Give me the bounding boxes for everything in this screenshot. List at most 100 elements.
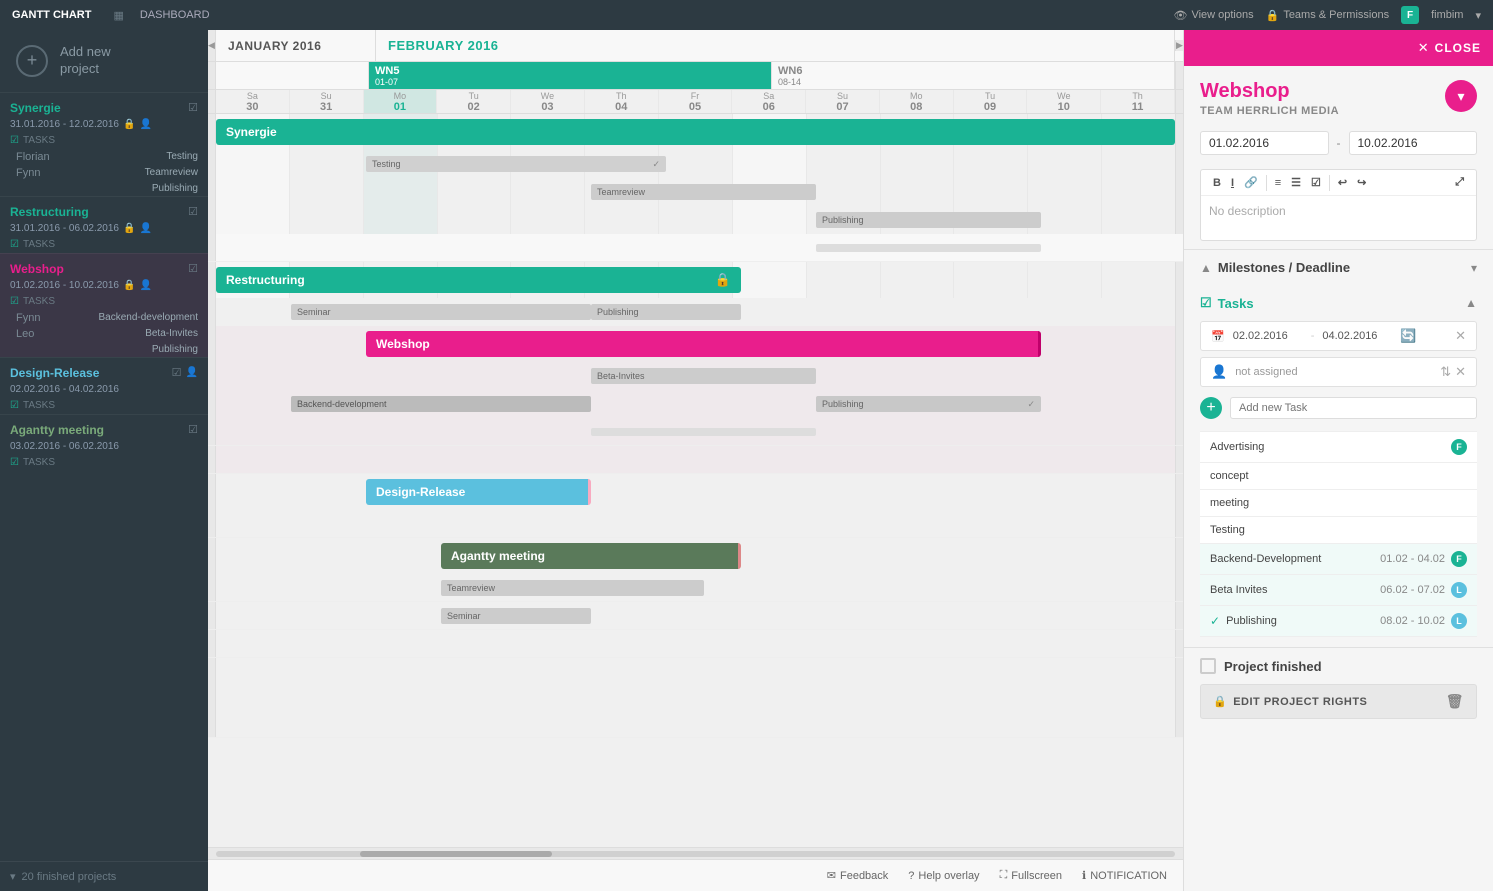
project-finished-checkbox[interactable] [1200, 658, 1216, 674]
task-entry-advertising[interactable]: Advertising F [1200, 431, 1477, 463]
user-badge[interactable]: F [1401, 6, 1419, 24]
task-date-close-btn[interactable]: ✕ [1455, 328, 1466, 344]
project-name-design: Design-Release [10, 366, 99, 380]
teams-permissions-btn[interactable]: 🔒 Teams & Permissions [1266, 9, 1389, 22]
task-entry-left-advertising: Advertising [1210, 441, 1264, 453]
bar-seminar[interactable]: Seminar [291, 304, 591, 320]
italic-btn[interactable]: I [1227, 175, 1238, 191]
editor-body[interactable]: No description [1201, 196, 1476, 240]
user-icon-w: 👤 [139, 280, 151, 291]
project-header-synergie: Synergie ☑ [0, 93, 208, 119]
tasks-row-restructuring[interactable]: ☑ TASKS [0, 236, 208, 253]
bar-teamreview[interactable]: Teamreview [591, 184, 816, 200]
dashboard-link[interactable]: DASHBOARD [134, 9, 216, 21]
project-dates-agantty: 03.02.2016 - 06.02.2016 [0, 441, 208, 454]
beta-invites-label: Beta-Invites [597, 371, 645, 381]
sidebar-item-webshop[interactable]: Webshop ☑ 01.02.2016 - 10.02.2016 🔒 👤 ☑ … [0, 253, 208, 357]
tasks-label: TASKS [23, 135, 55, 146]
tasks-collapse-btn[interactable]: ▲ [1465, 296, 1477, 310]
task-entry-meeting[interactable]: meeting [1200, 490, 1477, 517]
bar-publishing-synergie[interactable]: Publishing [816, 212, 1041, 228]
task-entry-concept[interactable]: concept [1200, 463, 1477, 490]
panel-dropdown-btn[interactable]: ▾ [1445, 80, 1477, 112]
gantt-weeks-header: WN5 01-07 WN6 08-14 [208, 62, 1183, 90]
project-finished-label: Project finished [1224, 659, 1322, 674]
task-entry-beta-invites[interactable]: Beta Invites 06.02 - 07.02 L [1200, 575, 1477, 606]
expand-btn[interactable]: ⤢ [1451, 174, 1468, 191]
bar-restructuring[interactable]: Restructuring 🔒 [216, 267, 741, 293]
tasks-row-agantty[interactable]: ☑ TASKS [0, 454, 208, 471]
task-publishing-panel-label: Publishing [1226, 615, 1277, 627]
unordered-list-btn[interactable]: ☰ [1287, 174, 1305, 191]
undo-btn[interactable]: ↩ [1334, 174, 1351, 191]
bar-publishing-restructuring[interactable]: Publishing [591, 304, 741, 320]
tasks-row-webshop[interactable]: ☑ TASKS [0, 293, 208, 310]
lock-icon-edit: 🔒 [1213, 695, 1227, 708]
scroll-track[interactable] [216, 851, 1175, 857]
milestones-header[interactable]: ▲ Milestones / Deadline ▾ [1200, 260, 1477, 275]
bar-testing[interactable]: Testing ✓ [366, 156, 666, 172]
task-start-input[interactable] [1233, 330, 1303, 342]
checkbox-icon-a: ☑ [188, 423, 198, 436]
milestones-title: ▲ Milestones / Deadline [1200, 260, 1350, 275]
checklist-btn[interactable]: ☑ [1307, 174, 1325, 191]
task-backend-dev-label: Backend-Development [1210, 553, 1321, 565]
panel-close-bar[interactable]: ✕ CLOSE [1184, 30, 1493, 66]
sidebar-item-synergie[interactable]: Synergie ☑ 31.01.2016 - 12.02.2016 🔒 👤 ☑… [0, 92, 208, 196]
redo-btn[interactable]: ↪ [1353, 174, 1370, 191]
bold-btn[interactable]: B [1209, 175, 1225, 191]
bottom-bar: ✉ Feedback ? Help overlay ⛶ Fullscreen ℹ… [208, 859, 1183, 891]
task-end-input[interactable] [1322, 330, 1392, 342]
fullscreen-btn[interactable]: ⛶ Fullscreen [1000, 869, 1062, 882]
tasks-label-a: TASKS [23, 457, 55, 468]
bar-synergie[interactable]: Synergie [216, 119, 1175, 145]
start-date-input[interactable] [1200, 131, 1329, 155]
gantt-chart-label: GANTT CHART [12, 9, 91, 21]
bar-webshop[interactable]: Webshop [366, 331, 1041, 357]
bar-seminar-agantty[interactable]: Seminar [441, 608, 591, 624]
add-task-plus-btn[interactable]: + [1200, 397, 1222, 419]
ordered-list-btn[interactable]: ≡ [1271, 175, 1285, 191]
gantt-scrollbar[interactable] [208, 847, 1183, 859]
tasks-row-design[interactable]: ☑ TASKS [0, 397, 208, 414]
task-entry-publishing-panel[interactable]: ✓ Publishing 08.02 - 10.02 L [1200, 606, 1477, 637]
trash-icon[interactable]: 🗑 [1446, 693, 1464, 710]
task-entry-backend-dev[interactable]: Backend-Development 01.02 - 04.02 F [1200, 544, 1477, 575]
assignee-swap-btn[interactable]: ⇅ [1440, 364, 1451, 380]
bar-publishing-webshop-row[interactable]: Publishing ✓ [816, 396, 1041, 412]
link-btn[interactable]: 🔗 [1240, 174, 1262, 191]
sidebar-item-restructuring[interactable]: Restructuring ☑ 31.01.2016 - 06.02.2016 … [0, 196, 208, 253]
publishing-synergie-label: Publishing [822, 215, 864, 225]
checkbox-icon-r: ☑ [188, 205, 198, 218]
tasks-row-synergie[interactable]: ☑ TASKS [0, 132, 208, 149]
view-options-btn[interactable]: 👁 View options [1173, 9, 1253, 22]
add-task-input[interactable] [1230, 397, 1477, 419]
task-entry-right-advertising: F [1451, 439, 1467, 455]
bar-backend-dev[interactable]: Backend-development [291, 396, 591, 412]
feedback-btn[interactable]: ✉ Feedback [827, 869, 889, 882]
gantt-body: Synergie [208, 114, 1183, 847]
user-icon-synergie: 👤 [139, 119, 151, 130]
bar-agantty[interactable]: Agantty meeting [441, 543, 741, 569]
add-project-btn[interactable]: + Add new project [0, 30, 208, 92]
task-entry-testing[interactable]: Testing [1200, 517, 1477, 544]
top-nav: ▦ DASHBOARD [107, 9, 215, 22]
help-icon: ? [908, 870, 914, 882]
gantt-months-header: ◀ JANUARY 2016 FEBRUARY 2016 ▶ [208, 30, 1183, 62]
sidebar-item-agantty[interactable]: Agantty meeting ☑ 03.02.2016 - 06.02.201… [0, 414, 208, 471]
user-dropdown-icon[interactable]: ▾ [1475, 9, 1481, 22]
gantt-days-header: Sa30 Su31 Mo01 Tu02 We03 Th04 Fr05 Sa06 [208, 90, 1183, 114]
bottom-bar-actions: ✉ Feedback ? Help overlay ⛶ Fullscreen ℹ… [827, 869, 1167, 882]
sidebar-item-design-release[interactable]: Design-Release ☑ 👤 02.02.2016 - 04.02.20… [0, 357, 208, 414]
notification-btn[interactable]: ℹ NOTIFICATION [1082, 869, 1167, 882]
edit-rights-btn[interactable]: 🔒 EDIT PROJECT RIGHTS 🗑 [1200, 684, 1477, 719]
help-overlay-btn[interactable]: ? Help overlay [908, 870, 979, 882]
bar-teamreview-agantty[interactable]: Teamreview [441, 580, 704, 596]
user-icon-d: 👤 [186, 367, 198, 378]
bar-beta-invites[interactable]: Beta-Invites [591, 368, 816, 384]
task-repeat-btn[interactable]: 🔄 [1400, 328, 1416, 344]
bar-design-release[interactable]: Design-Release [366, 479, 591, 505]
assignee-close-btn[interactable]: ✕ [1455, 364, 1466, 380]
end-date-input[interactable] [1349, 131, 1478, 155]
scroll-thumb[interactable] [360, 851, 552, 857]
